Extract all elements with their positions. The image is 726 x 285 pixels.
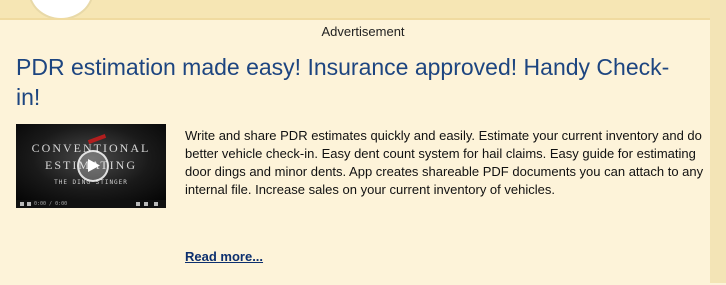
control-play-icon[interactable]	[20, 202, 24, 206]
play-triangle	[88, 159, 100, 172]
control-volume-icon[interactable]	[144, 202, 148, 206]
video-thumbnail[interactable]: CONVENTIONAL ESTIMATING THE DING STINGER…	[16, 124, 166, 208]
video-controls[interactable]: 0:00 / 0:00	[16, 200, 166, 208]
control-fullscreen-icon[interactable]	[154, 202, 158, 206]
ad-label: Advertisement	[321, 24, 405, 39]
ad-description: Write and share PDR estimates quickly an…	[185, 128, 704, 197]
play-icon[interactable]	[77, 150, 109, 182]
video-time: 0:00 / 0:00	[34, 201, 68, 207]
control-next-icon[interactable]	[27, 202, 31, 206]
ad-headline[interactable]: PDR estimation made easy! Insurance appr…	[16, 52, 676, 112]
control-settings-icon[interactable]	[136, 202, 140, 206]
read-more-link[interactable]: Read more...	[185, 249, 263, 264]
top-strip	[0, 0, 726, 18]
